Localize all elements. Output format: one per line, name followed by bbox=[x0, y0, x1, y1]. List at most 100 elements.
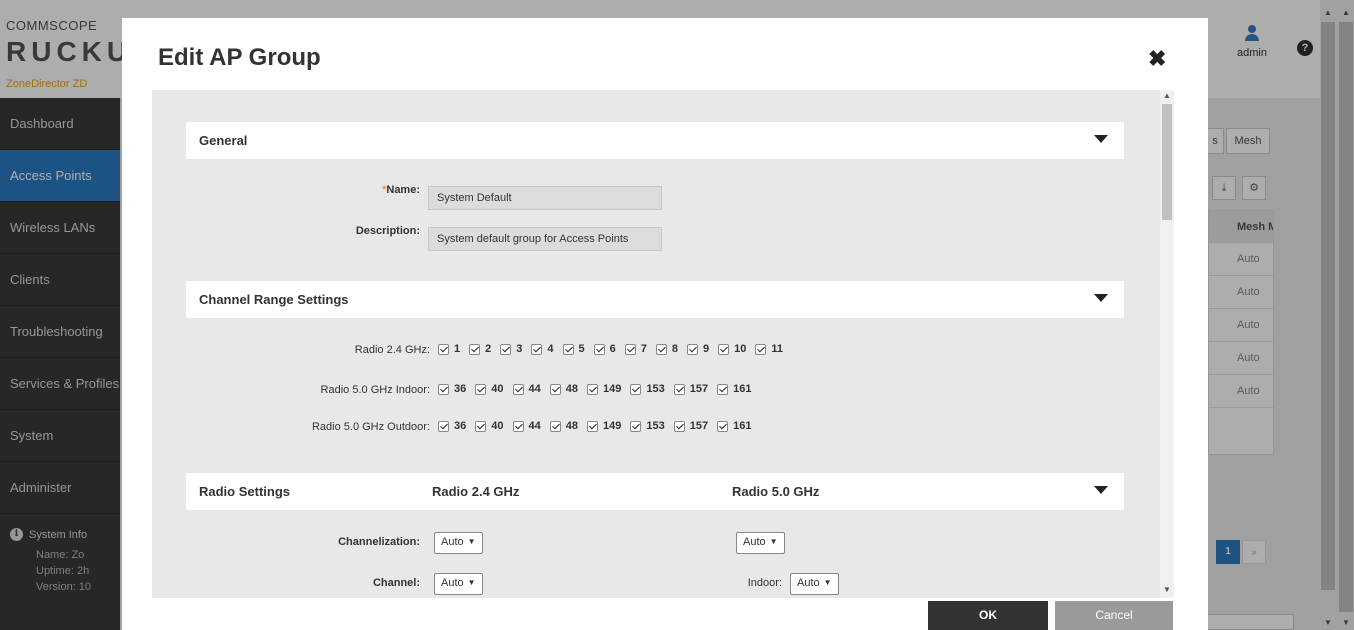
checkbox-checked-icon[interactable] bbox=[687, 343, 698, 355]
radio-50-indoor-channel-36[interactable]: 36 bbox=[438, 383, 466, 395]
channel-label: 3 bbox=[516, 343, 523, 355]
radio-50-indoor-channel-161[interactable]: 161 bbox=[717, 383, 751, 395]
section-title: Radio Settings bbox=[199, 484, 291, 499]
checkbox-checked-icon[interactable] bbox=[469, 343, 481, 355]
radio-24-channel-1[interactable]: 1 bbox=[438, 343, 460, 355]
ok-button[interactable]: OK bbox=[928, 601, 1048, 630]
checkbox-checked-icon[interactable] bbox=[549, 420, 561, 432]
dialog-body: General *Name: System Default Descriptio… bbox=[152, 90, 1174, 598]
checkbox-checked-icon[interactable] bbox=[630, 420, 642, 432]
checkbox-checked-icon[interactable] bbox=[587, 420, 598, 432]
channel-label: 11 bbox=[771, 343, 784, 355]
radio-24-channel-11[interactable]: 11 bbox=[755, 343, 783, 355]
section-general-header[interactable]: General bbox=[186, 122, 1124, 159]
channel-label: 48 bbox=[565, 420, 578, 432]
section-radio-settings-header[interactable]: Radio Settings Radio 2.4 GHz Radio 5.0 G… bbox=[186, 473, 1124, 510]
channel-label: 40 bbox=[491, 383, 504, 395]
caret-down-icon[interactable] bbox=[1094, 486, 1108, 494]
checkbox-checked-icon[interactable] bbox=[673, 420, 685, 432]
radio-50-outdoor-channel-149[interactable]: 149 bbox=[587, 420, 621, 432]
checkbox-checked-icon[interactable] bbox=[673, 383, 685, 395]
checkbox-checked-icon[interactable] bbox=[655, 343, 667, 355]
radio-24-channel-list: 1 2 3 4 5 6 7 8 9 10 11 bbox=[438, 343, 792, 355]
channel-label: 161 bbox=[733, 383, 752, 395]
close-icon[interactable]: ✖ bbox=[1148, 46, 1166, 72]
cancel-button[interactable]: Cancel bbox=[1055, 601, 1173, 630]
checkbox-checked-icon[interactable] bbox=[512, 383, 524, 395]
radio-50-indoor-channel-40[interactable]: 40 bbox=[475, 383, 504, 395]
dropdown-arrow-icon: ▼ bbox=[769, 537, 778, 546]
checkbox-checked-icon[interactable] bbox=[500, 343, 512, 355]
radio-24-channel-4[interactable]: 4 bbox=[531, 343, 554, 355]
radio-50-indoor-channel-149[interactable]: 149 bbox=[587, 383, 621, 395]
checkbox-checked-icon[interactable] bbox=[755, 343, 767, 355]
channel-label: 153 bbox=[646, 383, 665, 395]
channel-label: 44 bbox=[528, 383, 541, 395]
checkbox-checked-icon[interactable] bbox=[438, 343, 449, 355]
channel-label: 48 bbox=[565, 383, 578, 395]
checkbox-checked-icon[interactable] bbox=[717, 420, 729, 432]
column-radio-50: Radio 5.0 GHz bbox=[732, 484, 820, 499]
caret-down-icon[interactable] bbox=[1094, 294, 1108, 302]
checkbox-checked-icon[interactable] bbox=[717, 383, 729, 395]
checkbox-checked-icon[interactable] bbox=[587, 383, 598, 395]
section-channel-range-header[interactable]: Channel Range Settings bbox=[186, 281, 1124, 318]
channel-50-indoor-select[interactable]: Auto ▼ bbox=[790, 573, 839, 595]
checkbox-checked-icon[interactable] bbox=[718, 343, 730, 355]
channel-label: 157 bbox=[689, 420, 709, 432]
channel-label: 4 bbox=[547, 343, 554, 355]
radio-50-outdoor-channel-40[interactable]: 40 bbox=[475, 420, 504, 432]
radio-24-channel-3[interactable]: 3 bbox=[500, 343, 522, 355]
channel-label: 10 bbox=[734, 343, 747, 355]
dialog-scrollbar[interactable]: ▲ ▼ bbox=[1160, 90, 1174, 598]
radio-50-indoor-label: Radio 5.0 GHz Indoor: bbox=[320, 384, 430, 396]
checkbox-checked-icon[interactable] bbox=[438, 420, 449, 432]
radio-50-indoor-channel-48[interactable]: 48 bbox=[549, 383, 578, 395]
checkbox-checked-icon[interactable] bbox=[475, 420, 487, 432]
checkbox-checked-icon[interactable] bbox=[549, 383, 561, 395]
edit-ap-group-dialog: Edit AP Group ✖ General *Name: System De… bbox=[122, 18, 1208, 630]
radio-50-indoor-channel-157[interactable]: 157 bbox=[673, 383, 708, 395]
radio-50-indoor-channel-153[interactable]: 153 bbox=[630, 383, 665, 395]
channel-label: 161 bbox=[733, 420, 752, 432]
channelization-50-select[interactable]: Auto ▼ bbox=[736, 532, 785, 554]
scrollbar-thumb[interactable] bbox=[1162, 104, 1172, 220]
dropdown-arrow-icon: ▼ bbox=[823, 578, 832, 587]
checkbox-checked-icon[interactable] bbox=[630, 383, 642, 395]
description-label: Description: bbox=[355, 225, 420, 237]
radio-50-outdoor-label: Radio 5.0 GHz Outdoor: bbox=[311, 421, 430, 433]
channel-24-select[interactable]: Auto ▼ bbox=[434, 573, 483, 595]
checkbox-checked-icon[interactable] bbox=[512, 420, 524, 432]
radio-50-outdoor-channel-44[interactable]: 44 bbox=[512, 420, 541, 432]
channel-label: 40 bbox=[491, 420, 504, 432]
radio-50-outdoor-channel-36[interactable]: 36 bbox=[438, 420, 466, 432]
checkbox-checked-icon[interactable] bbox=[475, 383, 487, 395]
channel-label: 36 bbox=[454, 383, 467, 395]
radio-50-indoor-channel-44[interactable]: 44 bbox=[512, 383, 541, 395]
description-field[interactable]: System default group for Access Points bbox=[428, 227, 662, 251]
radio-24-channel-10[interactable]: 10 bbox=[718, 343, 746, 355]
channel-label: 5 bbox=[578, 343, 585, 355]
section-title: General bbox=[199, 133, 248, 148]
checkbox-checked-icon[interactable] bbox=[531, 343, 543, 355]
radio-24-channel-8[interactable]: 8 bbox=[655, 343, 678, 355]
radio-24-channel-6[interactable]: 6 bbox=[593, 343, 616, 355]
radio-24-channel-7[interactable]: 7 bbox=[624, 343, 647, 355]
radio-50-outdoor-channel-153[interactable]: 153 bbox=[630, 420, 665, 432]
channel-label: 44 bbox=[528, 420, 541, 432]
caret-down-icon[interactable] bbox=[1094, 135, 1108, 143]
radio-50-outdoor-channel-157[interactable]: 157 bbox=[673, 420, 709, 432]
radio-24-channel-5[interactable]: 5 bbox=[562, 343, 585, 355]
radio-24-channel-9[interactable]: 9 bbox=[687, 343, 709, 355]
checkbox-checked-icon[interactable] bbox=[562, 343, 574, 355]
name-field[interactable]: System Default bbox=[428, 186, 662, 210]
radio-50-outdoor-channel-48[interactable]: 48 bbox=[549, 420, 578, 432]
radio-24-channel-2[interactable]: 2 bbox=[469, 343, 491, 355]
checkbox-checked-icon[interactable] bbox=[593, 343, 605, 355]
radio-50-outdoor-channel-161[interactable]: 161 bbox=[717, 420, 751, 432]
checkbox-checked-icon[interactable] bbox=[438, 383, 449, 395]
scroll-up-icon[interactable]: ▲ bbox=[1163, 91, 1171, 100]
scroll-down-icon[interactable]: ▼ bbox=[1163, 585, 1171, 594]
channelization-24-select[interactable]: Auto ▼ bbox=[434, 532, 483, 554]
checkbox-checked-icon[interactable] bbox=[624, 343, 636, 355]
